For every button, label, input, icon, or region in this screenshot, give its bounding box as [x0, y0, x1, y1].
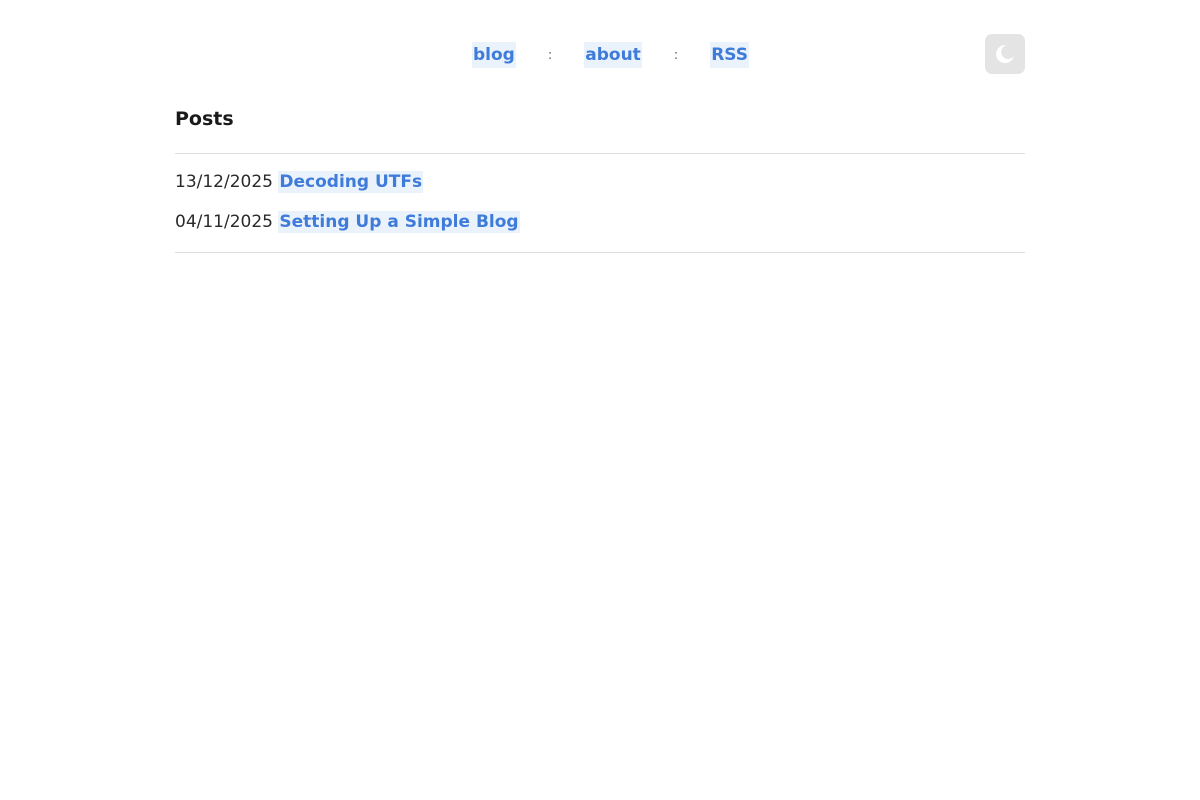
- theme-toggle-button[interactable]: [985, 34, 1025, 74]
- post-link-decoding-utfs[interactable]: Decoding UTFs: [278, 171, 424, 193]
- nav-link-about[interactable]: about: [584, 42, 642, 68]
- post-list-item: 13/12/2025 Decoding UTFs: [175, 169, 520, 209]
- nav-link-blog[interactable]: blog: [472, 42, 516, 68]
- post-date: 13/12/2025: [175, 172, 273, 192]
- nav-links: blog : about : RSS: [472, 42, 750, 68]
- post-link-setting-up-a-simple-blog[interactable]: Setting Up a Simple Blog: [278, 211, 520, 233]
- post-date: 04/11/2025: [175, 212, 273, 232]
- nav-separator: :: [547, 47, 553, 63]
- nav-separator: :: [673, 47, 679, 63]
- divider-bottom: [175, 252, 1025, 253]
- post-list-item: 04/11/2025 Setting Up a Simple Blog: [175, 209, 520, 249]
- top-nav: blog : about : RSS: [175, 0, 1025, 110]
- post-list: 13/12/2025 Decoding UTFs 04/11/2025 Sett…: [175, 169, 520, 249]
- posts-heading: Posts: [175, 108, 234, 130]
- moon-icon: [994, 43, 1016, 65]
- nav-link-rss[interactable]: RSS: [710, 42, 750, 68]
- divider-top: [175, 153, 1025, 154]
